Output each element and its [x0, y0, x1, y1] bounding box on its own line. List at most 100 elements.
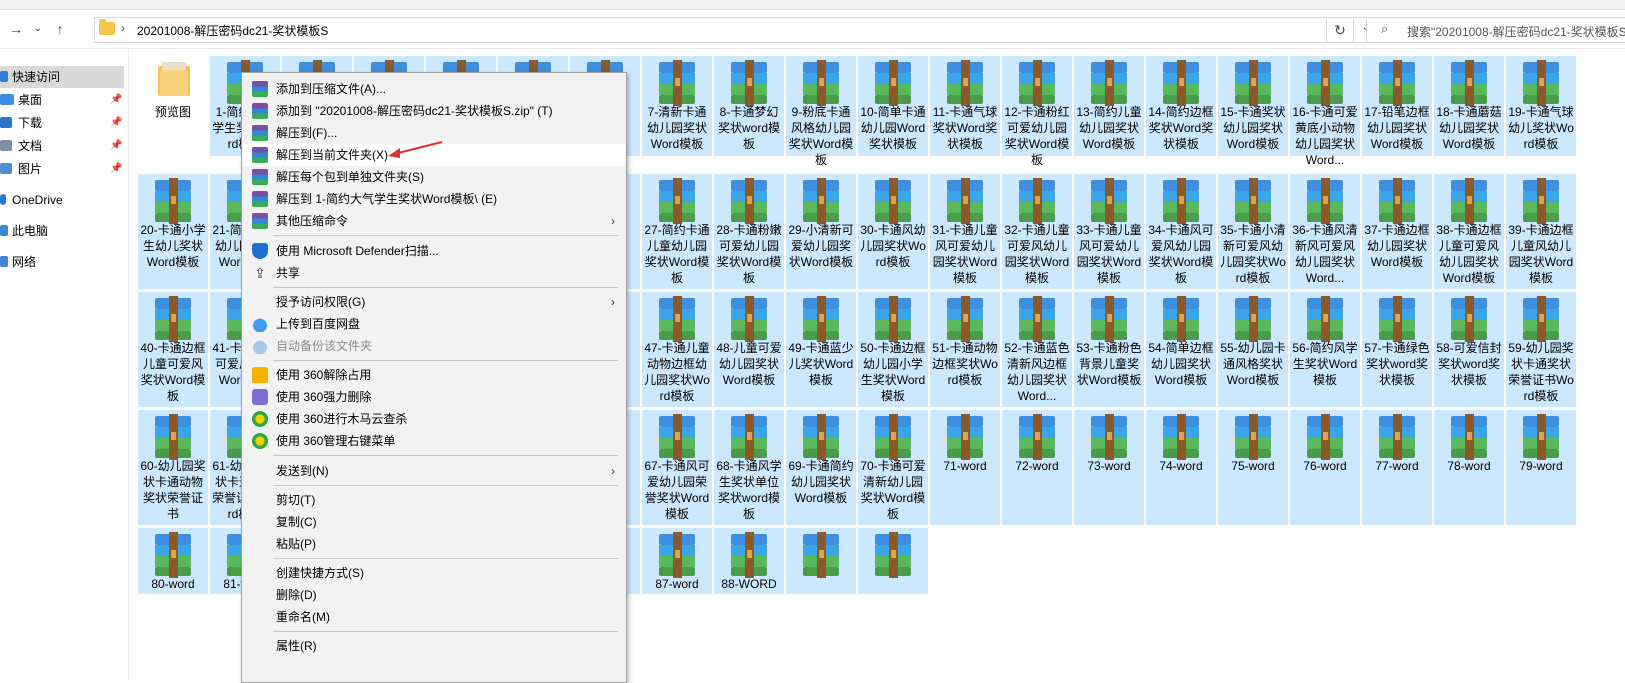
chevron-right-icon[interactable]: ›	[121, 21, 125, 35]
context-menu-item[interactable]: 上传到百度网盘	[243, 313, 625, 335]
sidebar-item-this-pc[interactable]: 此电脑	[0, 220, 124, 242]
refresh-button[interactable]: ↻	[1326, 17, 1354, 43]
archive-file-item[interactable]: 10-简单卡通幼儿园Word奖状模板	[858, 56, 928, 156]
archive-file-item[interactable]: 15-卡通奖状幼儿园奖状Word模板	[1218, 56, 1288, 156]
archive-file-item[interactable]: 7-清新卡通幼儿园奖状Word模板	[642, 56, 712, 156]
sidebar-item-network[interactable]: 网络	[0, 251, 124, 273]
archive-file-item[interactable]: 48-儿童可爱幼儿园奖状Word模板	[714, 292, 784, 407]
context-menu-item[interactable]: 属性(R)	[243, 635, 625, 657]
pin-icon[interactable]: 📌	[110, 89, 122, 111]
archive-file-item[interactable]: 72-word	[1002, 410, 1072, 525]
archive-file-item[interactable]: 40-卡通边框儿童可爱风奖状Word模板	[138, 292, 208, 407]
archive-file-item[interactable]: 58-可爱信封奖状word奖状模板	[1434, 292, 1504, 407]
archive-file-item[interactable]: 16-卡通可爱黄底小动物幼儿园奖状Word...	[1290, 56, 1360, 167]
sidebar-item-documents[interactable]: 文档 📌	[0, 135, 124, 157]
archive-file-item[interactable]: 73-word	[1074, 410, 1144, 525]
context-menu-item[interactable]: 发送到(N) ›	[243, 460, 625, 482]
context-menu-item[interactable]: 使用 360进行木马云查杀	[243, 408, 625, 430]
archive-file-item[interactable]: 39-卡通边框儿童风幼儿园奖状Word模板	[1506, 174, 1576, 289]
search-input[interactable]: ⌕ 搜索"20201008-解压密码dc21-奖状模板S"	[1366, 17, 1625, 43]
archive-file-item[interactable]: 77-word	[1362, 410, 1432, 525]
archive-file-item[interactable]: 19-卡通气球幼儿奖状Word模板	[1506, 56, 1576, 156]
archive-file-item[interactable]: 87-word	[642, 528, 712, 594]
context-menu-item[interactable]: 添加到压缩文件(A)...	[243, 78, 625, 100]
archive-file-item[interactable]: 49-卡通蓝少儿奖状Word模板	[786, 292, 856, 407]
context-menu-item[interactable]: 解压到 1-简约大气学生奖状Word模板\ (E)	[243, 188, 625, 210]
archive-file-item[interactable]: 57-卡通绿色奖状word奖状模板	[1362, 292, 1432, 407]
sidebar-item-downloads[interactable]: 下载 📌	[0, 112, 124, 134]
context-menu-item[interactable]: 复制(C)	[243, 511, 625, 533]
archive-file-item[interactable]: 32-卡通儿童可爱风幼儿园奖状Word模板	[1002, 174, 1072, 289]
archive-file-item[interactable]: 12-卡通粉红可爱幼儿园奖状Word模板	[1002, 56, 1072, 167]
archive-file-item[interactable]: 78-word	[1434, 410, 1504, 525]
archive-file-item[interactable]: 18-卡通蘑菇幼儿园奖状Word模板	[1434, 56, 1504, 156]
sidebar-item-pictures[interactable]: 图片 📌	[0, 158, 124, 180]
context-menu-item[interactable]: 使用 360管理右键菜单	[243, 430, 625, 452]
context-menu-item[interactable]: 授予访问权限(G) ›	[243, 291, 625, 313]
archive-file-item[interactable]: 68-卡通风学生奖状单位奖状word模板	[714, 410, 784, 525]
archive-file-item[interactable]: 80-word	[138, 528, 208, 594]
archive-file-item[interactable]: 59-幼儿园奖状卡通奖状荣誉证书Word模板	[1506, 292, 1576, 407]
archive-file-item[interactable]: 70-卡通可爱清新幼儿园奖状Word模板	[858, 410, 928, 525]
archive-file-item[interactable]: 75-word	[1218, 410, 1288, 525]
context-menu-item[interactable]: ⇪ 共享	[243, 262, 625, 284]
archive-file-item[interactable]: 28-卡通粉嫩可爱幼儿园奖状Word模板	[714, 174, 784, 289]
archive-file-item[interactable]: 47-卡通儿童动物边框幼儿园奖状Word模板	[642, 292, 712, 407]
folder-item-preview[interactable]: 预览图	[138, 56, 208, 156]
sidebar-item-desktop[interactable]: 桌面 📌	[0, 89, 124, 111]
archive-file-item[interactable]: 13-简约儿童幼儿园奖状Word模板	[1074, 56, 1144, 156]
archive-file-item[interactable]: 29-小清新可爱幼儿园奖状Word模板	[786, 174, 856, 289]
context-menu-item[interactable]: 解压每个包到单独文件夹(S)	[243, 166, 625, 188]
archive-file-item[interactable]: 20-卡通小学生幼儿奖状Word模板	[138, 174, 208, 289]
archive-file-item[interactable]: 54-简单边框幼儿园奖状Word模板	[1146, 292, 1216, 407]
context-menu-item[interactable]: 重命名(M)	[243, 606, 625, 628]
context-menu-item[interactable]: 其他压缩命令 ›	[243, 210, 625, 232]
archive-file-item[interactable]: 79-word	[1506, 410, 1576, 525]
up-arrow-icon[interactable]: ↑	[50, 19, 70, 39]
forward-arrow-icon[interactable]: →	[6, 19, 26, 39]
archive-file-item[interactable]: 60-幼儿园奖状卡通动物奖状荣誉证书	[138, 410, 208, 525]
archive-file-item[interactable]: 50-卡通边框幼儿园小学生奖状Word模板	[858, 292, 928, 407]
context-menu-item[interactable]: 删除(D)	[243, 584, 625, 606]
archive-file-item[interactable]: 9-粉底卡通风格幼儿园奖状Word模板	[786, 56, 856, 167]
archive-file-item[interactable]: 55-幼儿园卡通风格奖状Word模板	[1218, 292, 1288, 407]
archive-file-item[interactable]: 38-卡通边框儿童可爱风幼儿园奖状Word模板	[1434, 174, 1504, 289]
archive-file-item[interactable]: 88-WORD	[714, 528, 784, 594]
context-menu-item[interactable]: 使用 Microsoft Defender扫描...	[243, 240, 625, 262]
context-menu-item[interactable]: 粘贴(P)	[243, 533, 625, 555]
context-menu-item[interactable]: 添加到 "20201008-解压密码dc21-奖状模板S.zip" (T)	[243, 100, 625, 122]
archive-file-item[interactable]: 30-卡通风幼儿园奖状Word模板	[858, 174, 928, 289]
archive-file-item[interactable]: 33-卡通儿童风可爱幼儿园奖状Word模板	[1074, 174, 1144, 289]
archive-file-item[interactable]: 69-卡通简约幼儿园奖状Word模板	[786, 410, 856, 525]
pin-icon[interactable]: 📌	[110, 112, 122, 134]
archive-file-item[interactable]: 27-简约卡通儿童幼儿园奖状Word模板	[642, 174, 712, 289]
archive-file-item[interactable]: 36-卡通风清新风可爱风幼儿园奖状Word...	[1290, 174, 1360, 289]
context-menu-item[interactable]: 创建快捷方式(S)	[243, 562, 625, 584]
archive-file-item[interactable]: 35-卡通小清新可爱风幼儿园奖状Word模板	[1218, 174, 1288, 289]
recent-dropdown-icon[interactable]: ⌄	[28, 19, 48, 39]
archive-file-item[interactable]: 67-卡通风可爱幼儿园荣誉奖状Word模板	[642, 410, 712, 525]
context-menu-item[interactable]: 使用 360解除占用	[243, 364, 625, 386]
context-menu-item[interactable]: 使用 360强力删除	[243, 386, 625, 408]
archive-file-item[interactable]	[858, 528, 928, 594]
pin-icon[interactable]: 📌	[110, 135, 122, 157]
archive-file-item[interactable]: 37-卡通边框幼儿园奖状Word模板	[1362, 174, 1432, 289]
archive-file-item[interactable]: 8-卡通梦幻奖状word模板	[714, 56, 784, 156]
archive-file-item[interactable]: 31-卡通儿童风可爱幼儿园奖状Word模板	[930, 174, 1000, 289]
archive-file-item[interactable]: 14-简约边框奖状Word奖状模板	[1146, 56, 1216, 156]
pin-icon[interactable]: 📌	[110, 158, 122, 180]
address-path[interactable]: 20201008-解压密码dc21-奖状模板S	[137, 22, 328, 39]
archive-file-item[interactable]: 11-卡通气球奖状Word奖状模板	[930, 56, 1000, 156]
context-menu-item[interactable]: 剪切(T)	[243, 489, 625, 511]
archive-file-item[interactable]: 74-word	[1146, 410, 1216, 525]
archive-file-item[interactable]: 17-铅笔边框幼儿园奖状Word模板	[1362, 56, 1432, 156]
archive-file-item[interactable]: 71-word	[930, 410, 1000, 525]
archive-file-item[interactable]	[786, 528, 856, 594]
archive-file-item[interactable]: 76-word	[1290, 410, 1360, 525]
archive-file-item[interactable]: 52-卡通蓝色清新风边框幼儿园奖状Word...	[1002, 292, 1072, 407]
archive-file-item[interactable]: 34-卡通风可爱风幼儿园奖状Word模板	[1146, 174, 1216, 289]
archive-file-item[interactable]: 53-卡通粉色背景儿童奖状Word模板	[1074, 292, 1144, 407]
archive-file-item[interactable]: 51-卡通动物边框奖状Word模板	[930, 292, 1000, 407]
sidebar-item-quick-access[interactable]: 快速访问	[0, 66, 124, 88]
address-bar[interactable]: › 20201008-解压密码dc21-奖状模板S ⌄	[94, 17, 1379, 43]
